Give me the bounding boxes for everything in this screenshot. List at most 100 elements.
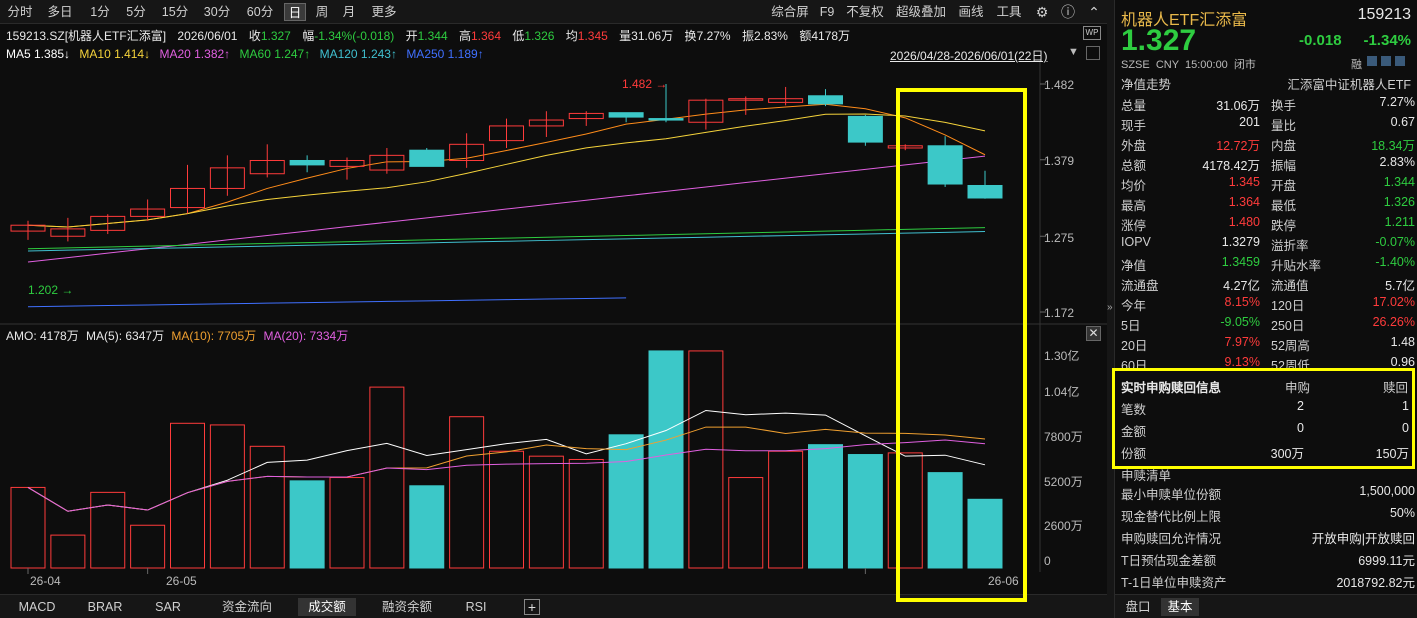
quote-value: 26.26% bbox=[1372, 315, 1415, 329]
quote-value: 1.326 bbox=[1383, 195, 1415, 209]
turnover-bar[interactable] bbox=[728, 477, 764, 569]
turnover-bar[interactable] bbox=[688, 350, 724, 569]
f9-button[interactable]: F9 bbox=[818, 3, 836, 21]
turnover-bar[interactable] bbox=[90, 491, 126, 569]
candle-body[interactable] bbox=[808, 95, 843, 105]
quote-value: 1.3279 bbox=[1221, 235, 1260, 249]
help-icon[interactable]: ⓘ bbox=[1058, 3, 1078, 21]
tools-button[interactable]: 工具 bbox=[994, 3, 1024, 21]
turnover-bar[interactable] bbox=[449, 416, 485, 569]
candle-body[interactable] bbox=[927, 145, 963, 185]
quote-value: 8.15% bbox=[1224, 295, 1260, 309]
turnover-bar[interactable] bbox=[648, 350, 684, 569]
quote-value: 17.02% bbox=[1372, 295, 1415, 309]
square-option-icon[interactable] bbox=[1086, 46, 1100, 60]
turnover-bar[interactable] bbox=[289, 480, 325, 569]
turnover-value: 7.27% bbox=[696, 29, 731, 43]
multi-screen-button[interactable]: 综合屏 bbox=[768, 3, 812, 21]
turnover-bar[interactable] bbox=[927, 472, 963, 569]
candle-body[interactable] bbox=[409, 149, 445, 167]
indicator-tabs: MACD BRAR SAR 资金流向 成交额 融资余额 RSI + bbox=[0, 594, 1107, 618]
weight-icon[interactable]: WP bbox=[1083, 26, 1101, 40]
tab-fund-flow[interactable]: 资金流向 bbox=[210, 598, 284, 616]
turnover-bar[interactable] bbox=[170, 422, 205, 569]
quote-label: 跌停 bbox=[1271, 219, 1297, 233]
no-adjust-button[interactable]: 不复权 bbox=[843, 3, 887, 21]
range-dropdown-icon[interactable]: ▼ bbox=[1068, 46, 1079, 58]
candle-body[interactable] bbox=[289, 159, 325, 166]
edit-icon[interactable] bbox=[1367, 56, 1377, 66]
tab-basic[interactable]: 基本 bbox=[1161, 598, 1199, 616]
turnover-bar[interactable] bbox=[528, 455, 564, 569]
quote-panel: 机器人ETF汇添富 159213 1.327 -0.018 -1.34% SZS… bbox=[1114, 0, 1417, 618]
turnover-bar[interactable] bbox=[847, 454, 883, 569]
sub-row: 份额 300万 150万 bbox=[1121, 443, 1409, 463]
turnover-bar[interactable] bbox=[409, 485, 445, 569]
close-pane-icon[interactable]: ✕ bbox=[1086, 326, 1101, 341]
period-tab-day[interactable]: 日 bbox=[284, 3, 306, 21]
list-label: 申购赎回允许情况 bbox=[1121, 532, 1222, 546]
tab-brar[interactable]: BRAR bbox=[74, 598, 136, 616]
draw-line-button[interactable]: 画线 bbox=[956, 3, 986, 21]
period-tab-month[interactable]: 月 bbox=[339, 3, 359, 21]
period-tab-5min[interactable]: 5分 bbox=[122, 3, 150, 21]
list-row: 现金替代比例上限 50% bbox=[1121, 506, 1415, 526]
tab-order-book[interactable]: 盘口 bbox=[1119, 598, 1157, 616]
turnover-bar[interactable] bbox=[568, 458, 604, 569]
quote-info-line: 159213.SZ[机器人ETF汇添富] 2026/06/01 收1.327 幅… bbox=[6, 29, 851, 43]
quote-value: 1.480 bbox=[1228, 215, 1260, 229]
tab-turnover[interactable]: 成交额 bbox=[298, 598, 356, 616]
candle-body[interactable] bbox=[847, 115, 883, 143]
quote-label: 内盘 bbox=[1271, 139, 1297, 153]
add-tab-icon[interactable]: + bbox=[524, 599, 540, 615]
period-tab-15min[interactable]: 15分 bbox=[158, 3, 192, 21]
nav-trend-link[interactable]: 净值走势 bbox=[1121, 74, 1171, 93]
turnover-bar[interactable] bbox=[329, 477, 365, 569]
tab-sar[interactable]: SAR bbox=[140, 598, 196, 616]
turnover-bar[interactable] bbox=[887, 452, 923, 569]
menu-icon[interactable] bbox=[1395, 56, 1405, 66]
link-icon[interactable] bbox=[1381, 56, 1391, 66]
turnover-bar[interactable] bbox=[608, 434, 644, 569]
sub-row: 金额 0 0 bbox=[1121, 421, 1409, 441]
quote-value: 0.96 bbox=[1390, 355, 1415, 369]
quote-label: 换手 bbox=[1271, 99, 1297, 113]
period-tab-30min[interactable]: 30分 bbox=[200, 3, 234, 21]
turnover-bar[interactable] bbox=[130, 524, 166, 569]
turnover-bar[interactable] bbox=[50, 534, 86, 569]
candle-body[interactable] bbox=[967, 184, 1003, 199]
candle-body[interactable] bbox=[648, 118, 684, 121]
turnover-bar[interactable] bbox=[967, 498, 1003, 569]
period-tab-60min[interactable]: 60分 bbox=[243, 3, 277, 21]
quote-value: 18.34万 bbox=[1371, 139, 1415, 153]
collapse-chevron-icon[interactable]: ⌃ bbox=[1084, 3, 1104, 21]
tab-margin[interactable]: 融资余额 bbox=[370, 598, 444, 616]
tab-rsi[interactable]: RSI bbox=[456, 598, 496, 616]
candle-body[interactable] bbox=[608, 112, 644, 118]
period-tab-fenshi[interactable]: 分时 bbox=[4, 3, 36, 21]
amplitude-value: 2.83% bbox=[753, 29, 788, 43]
volume-axis-label: 2600万 bbox=[1044, 519, 1083, 533]
turnover-bar[interactable] bbox=[489, 450, 524, 569]
period-tab-more[interactable]: 更多 bbox=[368, 3, 400, 21]
turnover-bar[interactable] bbox=[808, 444, 843, 569]
turnover-bar[interactable] bbox=[10, 486, 46, 569]
expand-arrow-icon[interactable]: » bbox=[1107, 302, 1113, 313]
period-tab-multiday[interactable]: 多日 bbox=[44, 3, 76, 21]
period-tab-1min[interactable]: 1分 bbox=[86, 3, 114, 21]
overlay-button[interactable]: 超级叠加 bbox=[894, 3, 948, 21]
date-axis-label: 26-05 bbox=[166, 574, 197, 588]
panel-tabs: 盘口 基本 bbox=[1115, 594, 1417, 618]
turnover-bar[interactable] bbox=[369, 386, 405, 569]
turnover-bar[interactable] bbox=[249, 445, 285, 569]
period-tab-week[interactable]: 周 bbox=[312, 3, 332, 21]
ma120-line bbox=[27, 231, 986, 252]
quote-row: 流通盘 4.27亿 流通值 5.7亿 bbox=[1121, 275, 1415, 295]
tab-macd[interactable]: MACD bbox=[6, 598, 68, 616]
panel-splitter[interactable]: » bbox=[1107, 0, 1114, 618]
sub-label: 金额 bbox=[1121, 425, 1147, 439]
turnover-bar[interactable] bbox=[768, 450, 804, 569]
settings-gear-icon[interactable]: ⚙ bbox=[1032, 3, 1052, 21]
turnover-bar[interactable] bbox=[209, 424, 245, 569]
quote-row: IOPV 1.3279 溢折率 -0.07% bbox=[1121, 235, 1415, 255]
